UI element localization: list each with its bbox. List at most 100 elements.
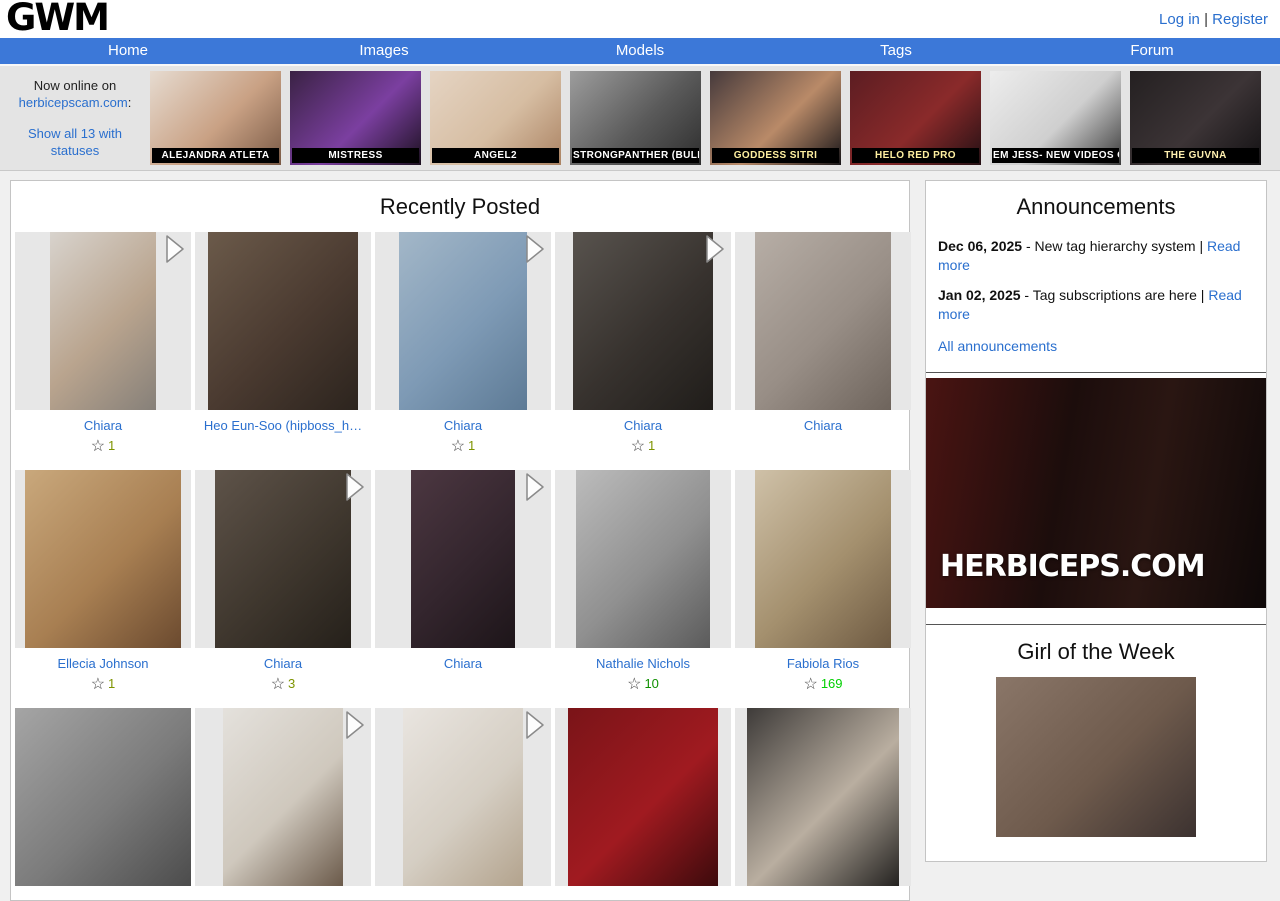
online-model-name: STRONGPANTHER (BULKIN	[572, 148, 699, 163]
star-icon[interactable]: ☆	[271, 676, 285, 693]
star-icon[interactable]: ☆	[91, 438, 105, 455]
post-model-name: Ellecia Johnson	[15, 656, 191, 671]
star-icon[interactable]: ☆	[627, 676, 641, 693]
post-photo	[576, 470, 710, 648]
all-announcements-link[interactable]: All announcements	[938, 338, 1057, 354]
post-model-name: Nathalie Nichols	[555, 656, 731, 671]
post-photo	[755, 232, 891, 410]
post-thumbnail[interactable]	[15, 708, 191, 886]
post-model-link[interactable]: Ellecia Johnson	[57, 656, 148, 671]
content-area: Recently Posted Chiara☆1Heo Eun-Soo (hip…	[0, 171, 1280, 901]
post-model-link[interactable]: Chiara	[84, 418, 122, 433]
post-photo	[25, 470, 181, 648]
post-photo	[15, 708, 191, 886]
post-model-name: Chiara	[555, 418, 731, 433]
online-model-name: THE GUVNA	[1132, 148, 1259, 163]
post-model-name: Heo Eun-Soo (hipboss_h…	[195, 418, 371, 433]
post-thumbnail[interactable]	[735, 232, 911, 410]
post-cell: Fabiola Rios ☆169	[735, 470, 911, 694]
auth-separator: |	[1200, 11, 1212, 28]
post-cell: Chiara ☆1	[15, 232, 191, 456]
announcement-date: Jan 02, 2025	[938, 287, 1021, 303]
post-thumbnail[interactable]	[555, 232, 731, 410]
post-photo	[755, 470, 891, 648]
post-thumbnail[interactable]	[375, 470, 551, 648]
post-cell: Heo Eun-Soo (hipboss_h…	[195, 232, 371, 456]
post-model-name: Chiara	[15, 418, 191, 433]
nav-item-models[interactable]: Models	[512, 38, 768, 64]
post-model-name: Chiara	[195, 656, 371, 671]
star-icon[interactable]: ☆	[451, 438, 465, 455]
sidebar-divider	[926, 372, 1266, 373]
announcement-list: Dec 06, 2025 - New tag hierarchy system …	[926, 232, 1266, 330]
post-star-count: ☆169	[735, 674, 911, 694]
post-thumbnail[interactable]	[195, 708, 371, 886]
online-model-name: HELO RED PRO	[852, 148, 979, 163]
post-model-link[interactable]: Chiara	[444, 656, 482, 671]
star-count-value: 1	[468, 438, 475, 453]
post-model-link[interactable]: Chiara	[624, 418, 662, 433]
online-now-text: Now online on	[4, 77, 146, 94]
post-cell: Ellecia Johnson ☆1	[15, 470, 191, 694]
post-star-count: ☆10	[555, 674, 731, 694]
post-thumbnail[interactable]	[735, 470, 911, 648]
nav-item-images[interactable]: Images	[256, 38, 512, 64]
online-model-thumb[interactable]: MISTRESS	[290, 71, 421, 165]
announcement-date: Dec 06, 2025	[938, 238, 1022, 254]
online-model-name: MISTRESS	[292, 148, 419, 163]
star-icon[interactable]: ☆	[631, 438, 645, 455]
site-logo[interactable]: GWM	[6, 0, 108, 39]
post-thumbnail[interactable]	[735, 708, 911, 886]
post-photo	[411, 470, 515, 648]
post-model-link[interactable]: Chiara	[264, 656, 302, 671]
recently-posted-title: Recently Posted	[11, 181, 909, 232]
post-photo	[568, 708, 718, 886]
post-thumbnail[interactable]	[555, 708, 731, 886]
post-model-link[interactable]: Heo Eun-Soo (hipboss_h…	[204, 418, 362, 433]
post-photo	[50, 232, 156, 410]
online-model-thumb[interactable]: EM JESS- NEW VIDEOS ON	[990, 71, 1121, 165]
post-cell	[555, 708, 731, 886]
post-cell	[735, 708, 911, 886]
post-star-count: ☆1	[15, 436, 191, 456]
post-model-link[interactable]: Chiara	[444, 418, 482, 433]
online-model-name: ANGEL2	[432, 148, 559, 163]
online-model-thumb[interactable]: ANGEL2	[430, 71, 561, 165]
post-thumbnail[interactable]	[555, 470, 731, 648]
post-cell: Chiara ☆1	[375, 232, 551, 456]
online-model-thumb[interactable]: STRONGPANTHER (BULKIN	[570, 71, 701, 165]
cam-site-suffix: :	[128, 95, 132, 110]
post-cell: Nathalie Nichols ☆10	[555, 470, 731, 694]
post-model-link[interactable]: Fabiola Rios	[787, 656, 859, 671]
post-thumbnail[interactable]	[15, 470, 191, 648]
post-thumbnail[interactable]	[195, 470, 371, 648]
star-icon[interactable]: ☆	[803, 676, 817, 693]
post-star-count: ☆1	[15, 674, 191, 694]
online-model-thumb[interactable]: HELO RED PRO	[850, 71, 981, 165]
post-model-link[interactable]: Chiara	[804, 418, 842, 433]
post-model-link[interactable]: Nathalie Nichols	[596, 656, 690, 671]
post-photo	[215, 470, 351, 648]
online-now-strip: Now online on herbicepscam.com: Show all…	[0, 64, 1280, 171]
star-icon[interactable]: ☆	[91, 676, 105, 693]
post-model-name: Chiara	[735, 418, 911, 433]
register-link[interactable]: Register	[1212, 11, 1268, 28]
online-model-thumb[interactable]: ALEJANDRA ATLETA	[150, 71, 281, 165]
post-thumbnail[interactable]	[375, 232, 551, 410]
herbiceps-banner[interactable]: HERBICEPS.COM	[926, 378, 1266, 608]
nav-item-home[interactable]: Home	[0, 38, 256, 64]
girl-of-week-photo[interactable]	[996, 677, 1196, 837]
nav-item-forum[interactable]: Forum	[1024, 38, 1280, 64]
post-thumbnail[interactable]	[15, 232, 191, 410]
cam-site-link[interactable]: herbicepscam.com	[19, 95, 128, 110]
login-link[interactable]: Log in	[1159, 11, 1200, 28]
post-thumbnail[interactable]	[195, 232, 371, 410]
post-thumbnail[interactable]	[375, 708, 551, 886]
show-all-statuses-link[interactable]: Show all 13 with statuses	[4, 125, 146, 159]
post-cell	[195, 708, 371, 886]
online-model-thumb[interactable]: THE GUVNA	[1130, 71, 1261, 165]
online-model-thumb[interactable]: GODDESS SITRI	[710, 71, 841, 165]
play-icon	[164, 234, 186, 269]
star-count-value: 10	[644, 676, 658, 691]
nav-item-tags[interactable]: Tags	[768, 38, 1024, 64]
